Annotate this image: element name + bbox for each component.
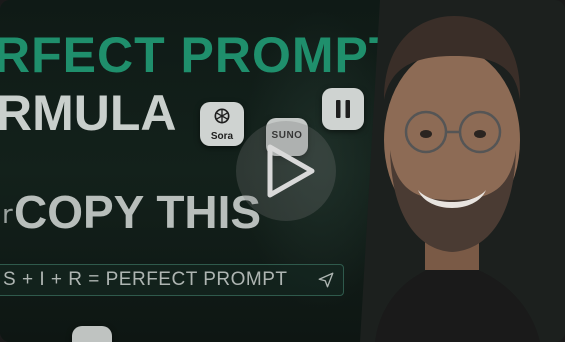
play-icon <box>267 144 315 198</box>
headline-formula: RMULA <box>0 85 177 141</box>
play-button[interactable] <box>236 121 336 221</box>
sora-logo-icon <box>214 108 230 124</box>
sora-tile: Sora <box>200 102 244 146</box>
video-thumbnail[interactable]: RFECT PROMPT RMULA r COPY THIS S + I + R… <box>0 0 565 342</box>
formula-box: S + I + R = PERFECT PROMPT <box>0 264 344 296</box>
formula-text: S + I + R = PERFECT PROMPT <box>3 269 288 290</box>
copy-arrow-mark: r <box>2 200 13 230</box>
sora-label: Sora <box>210 131 234 142</box>
app-tile <box>72 326 112 342</box>
copy-this-label: COPY THIS <box>14 186 262 238</box>
presenter-photo <box>360 0 565 342</box>
send-icon <box>318 272 334 288</box>
